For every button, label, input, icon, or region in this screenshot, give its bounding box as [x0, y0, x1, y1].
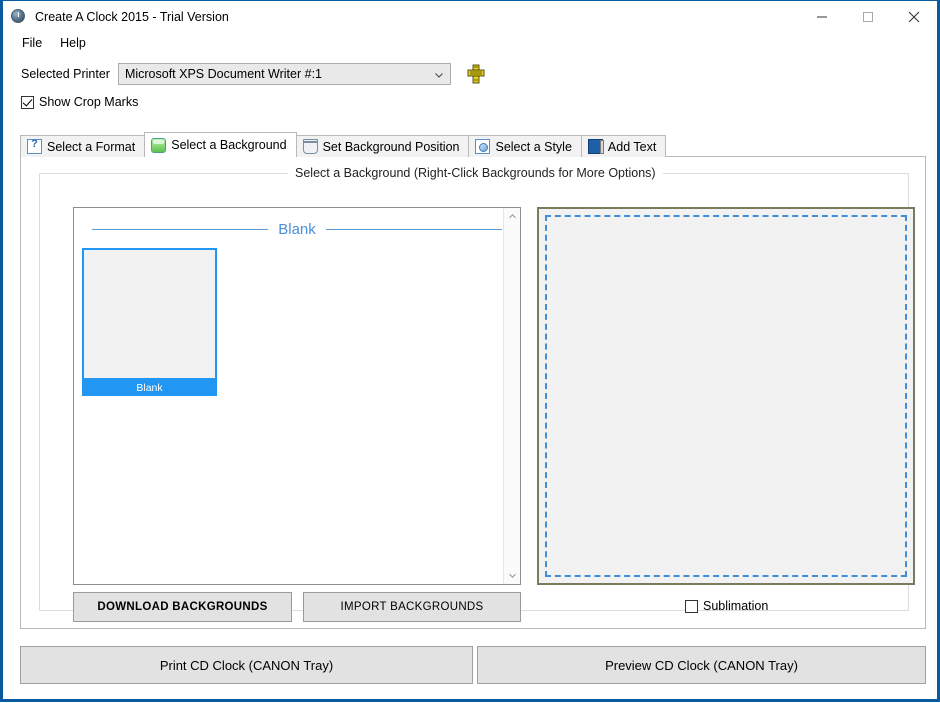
close-icon[interactable] [891, 1, 937, 32]
menu-help[interactable]: Help [51, 34, 95, 52]
show-crop-marks-row[interactable]: Show Crop Marks [3, 90, 937, 114]
add-text-icon [587, 139, 604, 154]
printer-select-value: Microsoft XPS Document Writer #:1 [124, 67, 322, 81]
minimize-icon[interactable] [799, 1, 845, 32]
tab-set-background-position[interactable]: Set Background Position [295, 135, 470, 157]
import-backgrounds-button[interactable]: IMPORT BACKGROUNDS [303, 592, 521, 622]
position-icon [302, 139, 318, 154]
background-groupbox: Select a Background (Right-Click Backgro… [39, 166, 915, 622]
chevron-up-icon[interactable] [504, 208, 520, 225]
background-icon [151, 137, 167, 153]
printer-row: Selected Printer Microsoft XPS Document … [3, 58, 937, 90]
preview-cd-clock-button[interactable]: Preview CD Clock (CANON Tray) [477, 646, 926, 684]
bottom-action-bar: Print CD Clock (CANON Tray) Preview CD C… [3, 641, 937, 703]
preview-crop-outline [545, 215, 907, 577]
download-backgrounds-button[interactable]: DOWNLOAD BACKGROUNDS [73, 592, 292, 622]
tab-label: Select a Style [495, 139, 572, 154]
show-crop-marks-checkbox[interactable] [21, 95, 34, 109]
tab-label: Add Text [607, 139, 657, 154]
background-list-scrollbar[interactable] [503, 208, 520, 584]
format-icon [27, 138, 42, 154]
tab-select-a-style[interactable]: Select a Style [468, 135, 582, 157]
tab-label: Set Background Position [322, 139, 460, 154]
clock-icon [10, 8, 27, 25]
tab-bar: Select a Format Select a Background Set … [20, 132, 667, 157]
printer-select[interactable]: Microsoft XPS Document Writer #:1 [117, 63, 451, 85]
divider-left [92, 228, 269, 230]
print-cd-clock-button[interactable]: Print CD Clock (CANON Tray) [20, 646, 473, 684]
background-thumbnail-blank[interactable]: Blank [82, 248, 217, 396]
menu-bar: File Help [3, 32, 937, 54]
background-thumbnail-caption: Blank [82, 380, 217, 396]
background-category-label: Blank [278, 220, 316, 238]
title-bar: Create A Clock 2015 - Trial Version [3, 1, 937, 32]
chevron-down-icon[interactable] [504, 567, 520, 584]
tab-label: Select a Background [171, 138, 287, 152]
tab-select-a-background[interactable]: Select a Background [144, 132, 297, 157]
background-list[interactable]: Blank Blank [73, 207, 521, 585]
background-thumbnail-image [82, 248, 217, 380]
groupbox-title: Select a Background (Right-Click Backgro… [288, 166, 663, 180]
show-crop-marks-label: Show Crop Marks [39, 95, 139, 109]
tab-label: Select a Format [47, 139, 136, 154]
tab-select-a-format[interactable]: Select a Format [20, 135, 146, 157]
menu-file[interactable]: File [13, 34, 51, 52]
application-window: Create A Clock 2015 - Trial Version File… [0, 0, 940, 702]
sublimation-row[interactable]: Sublimation [685, 599, 768, 613]
tab-panel-select-a-background: Select a Background (Right-Click Backgro… [20, 156, 926, 629]
sublimation-label: Sublimation [703, 599, 769, 613]
style-icon [475, 139, 491, 154]
background-preview[interactable] [537, 207, 915, 585]
window-title: Create A Clock 2015 - Trial Version [35, 9, 229, 24]
printer-setup-icon[interactable] [467, 64, 485, 84]
printer-label: Selected Printer [21, 67, 110, 81]
window-controls [799, 1, 937, 32]
divider-right [325, 228, 502, 230]
tab-add-text[interactable]: Add Text [580, 135, 667, 157]
maximize-icon[interactable] [845, 1, 891, 32]
background-category-header: Blank [74, 218, 520, 240]
sublimation-checkbox[interactable] [685, 599, 698, 613]
chevron-down-icon [434, 69, 444, 79]
